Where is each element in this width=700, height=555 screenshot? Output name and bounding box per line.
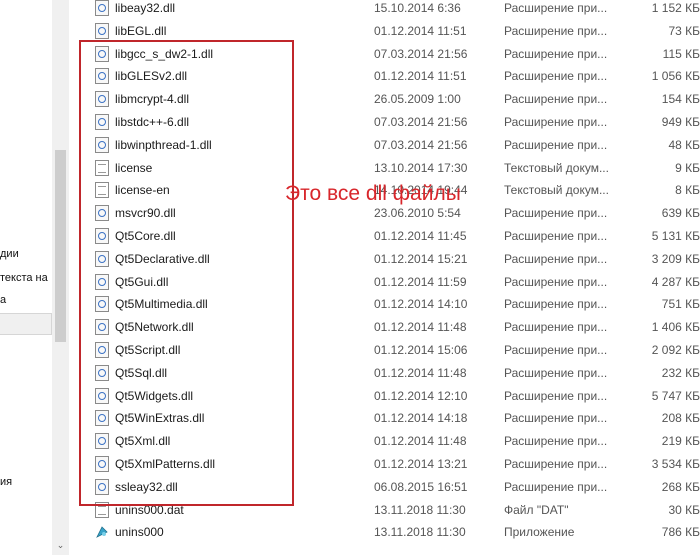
file-date-modified: 01.12.2014 12:10 — [374, 388, 468, 403]
file-date-modified: 26.05.2009 1:00 — [374, 92, 461, 107]
file-size: 219 КБ — [661, 434, 700, 449]
file-type: Текстовый докум... — [504, 160, 609, 175]
file-type: Расширение при... — [504, 206, 608, 221]
file-date-modified: 01.12.2014 11:59 — [374, 274, 467, 289]
file-type: Расширение при... — [504, 23, 608, 38]
file-date-modified: 01.12.2014 14:18 — [374, 411, 468, 426]
file-size: 5 747 КБ — [651, 388, 700, 403]
file-date-modified: 01.12.2014 15:21 — [374, 251, 468, 266]
file-size: 9 КБ — [675, 160, 700, 175]
annotation-label: Это все dll файлы — [285, 182, 461, 205]
file-type: Расширение при... — [504, 251, 608, 266]
file-type: Расширение при... — [504, 1, 608, 15]
file-size: 1 406 КБ — [651, 320, 700, 335]
file-date-modified: 13.11.2018 11:30 — [374, 502, 466, 517]
file-size: 4 287 КБ — [651, 274, 700, 289]
file-date-modified: 01.12.2014 11:51 — [374, 23, 467, 38]
file-size: 751 КБ — [661, 297, 700, 312]
file-type: Файл "DAT" — [504, 502, 569, 517]
file-size: 268 КБ — [661, 479, 700, 494]
file-date-modified: 01.12.2014 11:51 — [374, 69, 467, 84]
file-size: 1 152 КБ — [651, 1, 700, 15]
nav-item[interactable]: текста на — [0, 272, 48, 284]
nav-selected-box[interactable] — [0, 313, 52, 335]
file-date-modified: 15.10.2014 6:36 — [374, 1, 461, 15]
file-type: Расширение при... — [504, 297, 608, 312]
file-size: 115 КБ — [662, 46, 700, 61]
file-date-modified: 13.10.2014 17:30 — [374, 160, 468, 175]
file-type: Расширение при... — [504, 46, 608, 61]
file-type: Расширение при... — [504, 479, 608, 494]
file-type: Приложение — [504, 525, 575, 540]
scrollbar-thumb[interactable] — [55, 150, 66, 342]
file-row[interactable]: libeay32.dll 15.10.2014 6:36 Расширение пр… — [72, 0, 700, 19]
dll-icon — [95, 22, 109, 39]
file-date-modified: 01.12.2014 13:21 — [374, 457, 468, 471]
file-type: Расширение при... — [504, 343, 608, 357]
file-type: Расширение при... — [504, 69, 608, 84]
file-type: Текстовый докум... — [504, 183, 609, 198]
vertical-scrollbar[interactable]: ⌄ — [52, 0, 69, 555]
nav-item[interactable]: ия — [0, 476, 12, 488]
file-type: Расширение при... — [504, 320, 608, 335]
file-date-modified: 01.12.2014 11:48 — [374, 434, 467, 449]
file-type: Расширение при... — [504, 229, 608, 243]
file-type: Расширение при... — [504, 365, 608, 380]
dll-icon — [95, 0, 109, 16]
file-size: 3 209 КБ — [651, 251, 700, 266]
file-name: libeay32.dll — [115, 1, 176, 15]
file-date-modified: 01.12.2014 11:45 — [374, 229, 467, 243]
file-size: 2 092 КБ — [651, 343, 700, 357]
file-date-modified: 06.08.2015 16:51 — [374, 479, 468, 494]
file-type: Расширение при... — [504, 274, 608, 289]
file-size: 786 КБ — [661, 525, 700, 540]
app-icon — [95, 524, 109, 540]
file-type: Расширение при... — [504, 137, 608, 152]
file-type: Расширение при... — [504, 388, 608, 403]
file-date-modified: 01.12.2014 11:48 — [374, 365, 467, 380]
file-date-modified: 01.12.2014 11:48 — [374, 320, 467, 335]
nav-item[interactable]: а — [0, 294, 6, 306]
file-size: 232 КБ — [661, 365, 700, 380]
file-date-modified: 07.03.2014 21:56 — [374, 46, 468, 61]
file-size: 208 КБ — [661, 411, 700, 426]
annotation-highlight-box — [79, 40, 294, 506]
file-date-modified: 01.12.2014 14:10 — [374, 297, 468, 312]
file-size: 949 КБ — [661, 115, 700, 129]
file-name: unins000 — [115, 525, 164, 540]
file-date-modified: 07.03.2014 21:56 — [374, 115, 468, 129]
file-row[interactable]: libEGL.dll 01.12.2014 11:51 Расширение при… — [72, 20, 700, 42]
file-size: 5 131 КБ — [651, 229, 700, 243]
file-size: 8 КБ — [675, 183, 700, 198]
file-size: 73 КБ — [668, 23, 700, 38]
file-type: Расширение при... — [504, 457, 608, 471]
file-type: Расширение при... — [504, 411, 608, 426]
file-date-modified: 13.11.2018 11:30 — [374, 525, 466, 540]
file-size: 639 КБ — [661, 206, 700, 221]
navigation-pane: дии текста на а ия — [0, 0, 58, 555]
nav-item[interactable]: дии — [0, 248, 19, 260]
file-size: 30 КБ — [668, 502, 700, 517]
file-size: 48 КБ — [668, 137, 700, 152]
file-type: Расширение при... — [504, 92, 608, 107]
file-date-modified: 07.03.2014 21:56 — [374, 137, 468, 152]
file-size: 154 КБ — [661, 92, 700, 107]
file-size: 1 056 КБ — [651, 69, 700, 84]
file-name: libEGL.dll — [115, 23, 167, 38]
scroll-down-arrow-icon[interactable]: ⌄ — [55, 539, 66, 551]
file-size: 3 534 КБ — [651, 457, 700, 471]
file-type: Расширение при... — [504, 115, 608, 129]
file-row[interactable]: unins000 13.11.2018 11:30 Приложение 786 КБ — [72, 521, 700, 543]
file-type: Расширение при... — [504, 434, 608, 449]
file-date-modified: 01.12.2014 15:06 — [374, 343, 468, 357]
